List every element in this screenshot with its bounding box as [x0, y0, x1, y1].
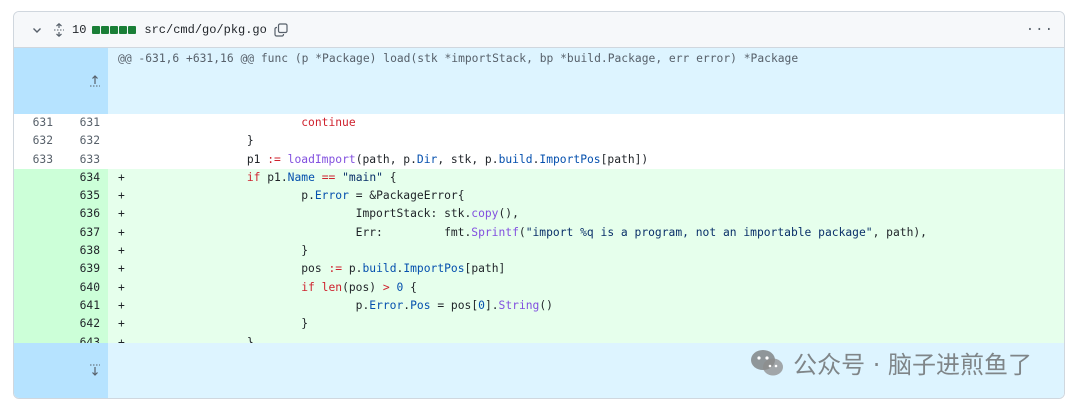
code-line: + p.Error = &PackageError{ [108, 187, 1064, 206]
old-line-number[interactable] [14, 296, 61, 316]
old-line-number[interactable] [14, 205, 61, 224]
old-line-number[interactable] [14, 168, 61, 188]
code-line: + p.Error.Pos = pos[0].String() [108, 296, 1064, 316]
added-line-row: 640 + if len(pos) > 0 { [14, 278, 1064, 297]
diffstat-square [128, 25, 137, 34]
wechat-icon [749, 348, 785, 378]
added-line-row: 637 + Err: fmt.Sprintf("import %q is a pr… [14, 223, 1064, 243]
added-line-row: 639 + pos := p.build.ImportPos[path] [14, 260, 1064, 279]
expand-up-icon[interactable] [14, 48, 109, 114]
diff-sign: + [118, 280, 125, 294]
code-line: + if len(pos) > 0 { [108, 278, 1064, 297]
context-line-row: 632 632 } [14, 132, 1064, 150]
diff-sign: + [118, 262, 125, 276]
added-line-row: 641 + p.Error.Pos = pos[0].String() [14, 296, 1064, 316]
old-line-number[interactable] [14, 187, 61, 206]
code-line: + pos := p.build.ImportPos[path] [108, 260, 1064, 279]
new-line-number[interactable]: 631 [61, 114, 108, 132]
code-line: + ImportStack: stk.copy(), [108, 205, 1064, 224]
code-line: + Err: fmt.Sprintf("import %q is a progr… [108, 223, 1064, 243]
diffstat-square [110, 25, 119, 34]
diff-file: 10 src/cmd/go/pkg.go ··· @@ -631,6 +631,… [13, 11, 1065, 399]
file-path[interactable]: src/cmd/go/pkg.go [144, 23, 266, 37]
diffstat-square [119, 25, 128, 34]
new-line-number[interactable]: 639 [61, 260, 109, 279]
old-line-number[interactable]: 633 [14, 151, 61, 169]
diff-sign: + [118, 170, 125, 184]
diff-sign: + [118, 244, 125, 258]
context-line-row: 631 631 continue [14, 114, 1064, 132]
new-line-number[interactable]: 632 [61, 132, 108, 150]
new-line-number[interactable]: 641 [61, 296, 109, 316]
old-line-number[interactable]: 632 [14, 132, 61, 150]
new-line-number[interactable]: 633 [61, 151, 108, 169]
added-line-row: 635 + p.Error = &PackageError{ [14, 187, 1064, 206]
watermark-text: 公众号 · 脑子进煎鱼了 [793, 351, 1032, 379]
diffstat-square [101, 25, 110, 34]
chevron-down-icon[interactable] [30, 23, 44, 37]
new-line-number[interactable]: 635 [61, 187, 109, 206]
new-line-number[interactable]: 636 [61, 205, 109, 224]
diff-sign: + [118, 207, 125, 221]
code-line: + } [108, 242, 1064, 261]
new-line-number[interactable]: 637 [61, 223, 109, 243]
code-line: continue [301, 116, 356, 129]
old-line-number[interactable] [14, 242, 61, 261]
old-line-number[interactable] [14, 260, 61, 279]
expand-down-icon[interactable] [14, 343, 109, 398]
code-line: + } [108, 315, 1064, 334]
kebab-horizontal-icon[interactable]: ··· [1026, 22, 1054, 38]
file-header: 10 src/cmd/go/pkg.go ··· [14, 12, 1064, 48]
diffstat-square [92, 25, 101, 34]
old-line-number[interactable]: 631 [14, 114, 61, 132]
diff-sign: + [118, 298, 125, 312]
hunk-header-row: @@ -631,6 +631,16 @@ func (p *Package) l… [14, 48, 1064, 114]
code-line: + if p1.Name == "main" { [108, 168, 1064, 188]
new-line-number[interactable]: 640 [61, 278, 109, 297]
change-count: 10 [72, 22, 87, 37]
copy-icon[interactable] [273, 22, 289, 38]
code-line: p1 := loadImport(path, p.Dir, stk, p.bui… [138, 152, 649, 166]
diff-sign: + [118, 189, 125, 203]
new-line-number[interactable]: 634 [61, 168, 109, 188]
context-line-row: 633 633 p1 := loadImport(path, p.Dir, stk… [14, 151, 1064, 169]
new-line-number[interactable]: 642 [61, 315, 109, 334]
old-line-number[interactable] [14, 278, 61, 297]
added-line-row: 638 + } [14, 242, 1064, 261]
new-line-number[interactable]: 638 [61, 242, 109, 261]
added-line-row: 636 + ImportStack: stk.copy(), [14, 205, 1064, 224]
diff-sign: + [118, 317, 125, 331]
old-line-number[interactable] [14, 223, 61, 243]
added-line-row: 634 + if p1.Name == "main" { [14, 168, 1064, 188]
old-line-number[interactable] [14, 315, 61, 334]
diffstat [92, 25, 137, 34]
hunk-header: @@ -631,6 +631,16 @@ func (p *Package) l… [108, 48, 1064, 114]
diff-sign: + [118, 225, 125, 239]
unfold-icon[interactable] [52, 22, 66, 37]
watermark: 公众号 · 脑子进煎鱼了 [749, 345, 1032, 380]
added-line-row: 642 + } [14, 315, 1064, 334]
code-line: } [138, 134, 254, 148]
